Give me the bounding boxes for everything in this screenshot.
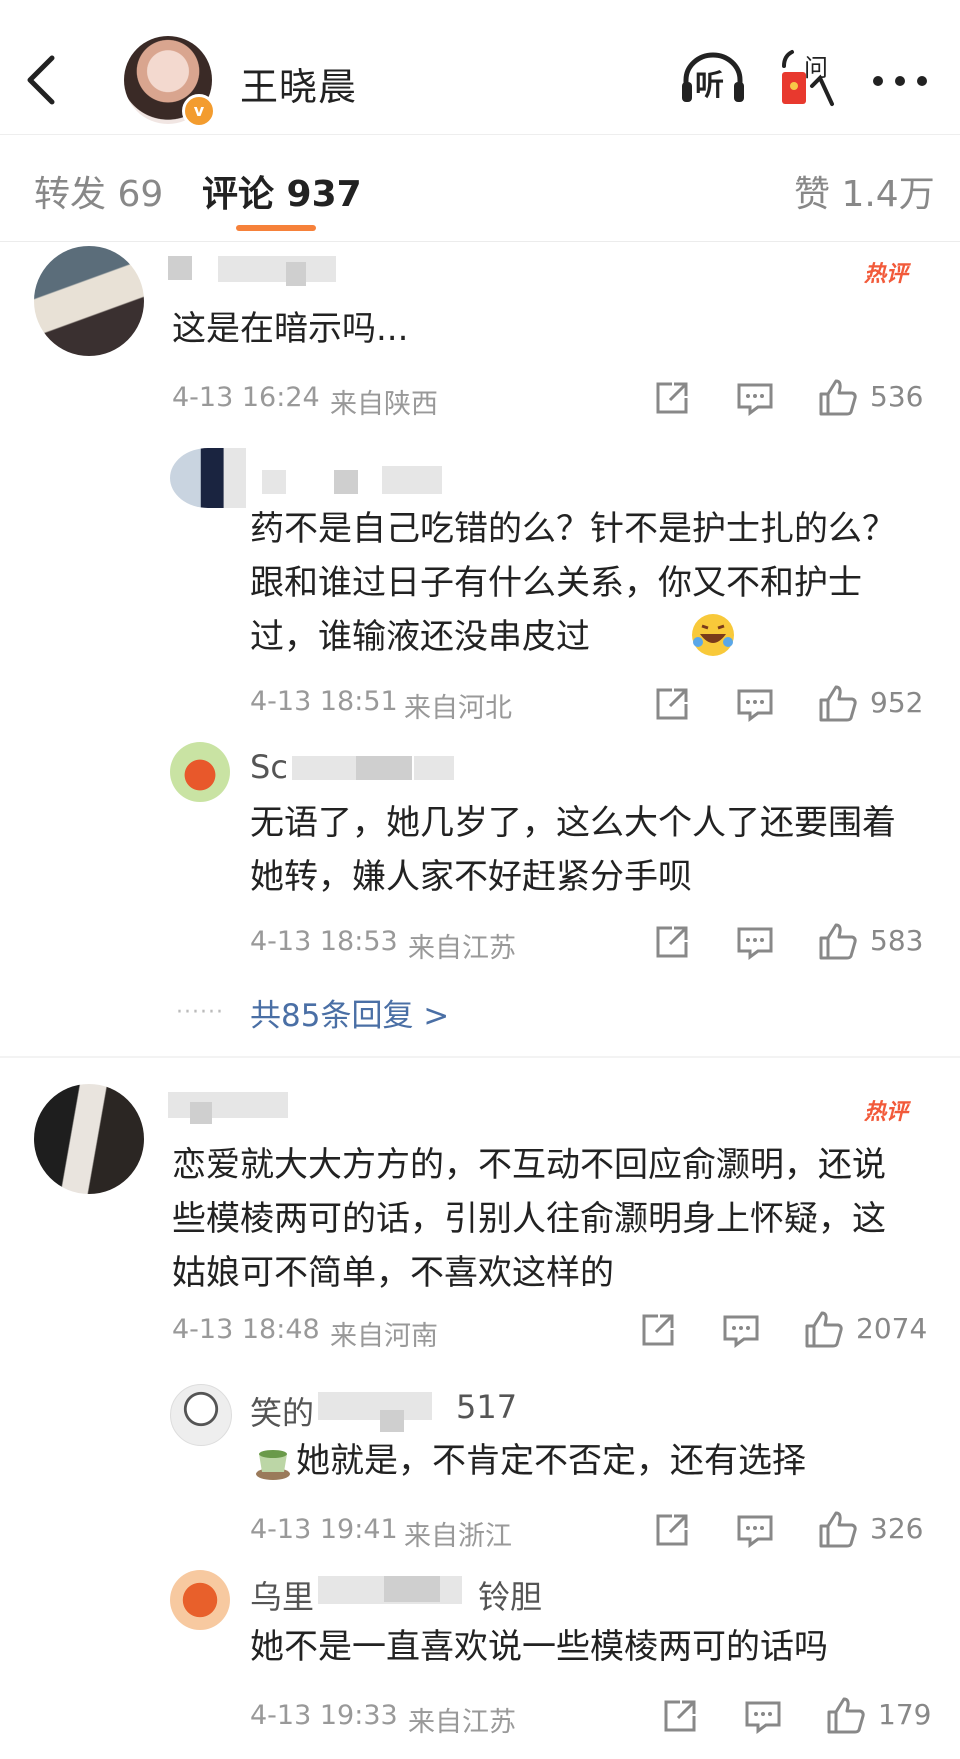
- blurred-username: [414, 756, 454, 780]
- reply-icon[interactable]: [736, 926, 774, 960]
- back-arrow-icon[interactable]: [22, 52, 62, 108]
- reply-username-start[interactable]: 乌里: [250, 1572, 314, 1618]
- listen-label: 听: [695, 68, 725, 102]
- like-icon[interactable]: [826, 1696, 866, 1734]
- replies-connector: ······: [176, 1000, 224, 1025]
- blurred-username: [168, 256, 192, 280]
- comment-text: 这是在暗示吗...: [172, 309, 409, 349]
- reply-time: 4-13 19:41: [250, 1514, 398, 1545]
- reply-icon[interactable]: [744, 1700, 782, 1734]
- share-icon[interactable]: [640, 1312, 676, 1348]
- blurred-username: [190, 1102, 212, 1124]
- share-icon[interactable]: [654, 380, 690, 416]
- comment-location: 来自河南: [330, 1321, 438, 1352]
- reply-location: 来自河北: [404, 693, 512, 724]
- comment-time: 4-13 18:48: [172, 1314, 320, 1345]
- like-count: 952: [870, 686, 924, 719]
- like-count: 536: [870, 380, 924, 413]
- share-icon[interactable]: [662, 1698, 698, 1734]
- verified-badge-icon: v: [182, 94, 216, 128]
- comment-location: 来自陕西: [330, 389, 438, 420]
- blurred-username: [286, 262, 306, 286]
- commenter-avatar[interactable]: [34, 1084, 144, 1194]
- share-icon[interactable]: [654, 924, 690, 960]
- tab-comments[interactable]: 评论 937: [202, 165, 362, 217]
- comment-text: 恋爱就大大方方的，不互动不回应俞灏明，还说些模棱两可的话，引别人往俞灏明身上怀疑…: [172, 1145, 886, 1293]
- reply-username-end[interactable]: 517: [456, 1388, 517, 1426]
- active-tab-indicator: [236, 225, 316, 231]
- ask-label: 问: [804, 54, 828, 82]
- reply-text: 她不是一直喜欢说一些模棱两可的话吗: [250, 1627, 828, 1667]
- like-count: 583: [870, 924, 924, 957]
- tab-bar: 转发 69 评论 937 赞 1.4万: [0, 135, 960, 242]
- like-icon[interactable]: [818, 684, 858, 722]
- view-more-replies-link[interactable]: 共85条回复 >: [250, 990, 449, 1035]
- reply-time: 4-13 18:53: [250, 926, 398, 957]
- like-icon[interactable]: [818, 378, 858, 416]
- reply-location: 来自江苏: [408, 1707, 516, 1738]
- reply-avatar[interactable]: [170, 742, 230, 802]
- commenter-avatar[interactable]: [34, 246, 144, 356]
- share-icon[interactable]: [654, 686, 690, 722]
- tab-reposts[interactable]: 转发 69: [34, 165, 163, 217]
- like-icon[interactable]: [818, 1510, 858, 1548]
- like-icon[interactable]: [818, 922, 858, 960]
- page-title: 王晓晨: [240, 65, 358, 109]
- blurred-username: [384, 1576, 440, 1602]
- more-options-icon[interactable]: [870, 66, 930, 96]
- reply-avatar[interactable]: [170, 1570, 230, 1630]
- blurred-username: [356, 756, 412, 780]
- tab-likes[interactable]: 赞 1.4万: [794, 165, 935, 217]
- blurred-username: [168, 1092, 288, 1118]
- reply-username-end[interactable]: 铃胆: [478, 1572, 542, 1618]
- reply-location: 来自江苏: [408, 933, 516, 964]
- blurred-username: [218, 256, 336, 282]
- top-bar: v 王晓晨 听 问: [0, 0, 960, 135]
- reply-time: 4-13 19:33: [250, 1700, 398, 1731]
- reply-avatar[interactable]: [170, 448, 246, 508]
- tea-emoji-icon: [256, 1450, 290, 1480]
- reply-username[interactable]: Sc: [250, 748, 288, 786]
- hot-comment-badge: 热评: [864, 1100, 909, 1125]
- reply-avatar[interactable]: [170, 1384, 232, 1446]
- blurred-username: [318, 1392, 432, 1420]
- reply-username-start[interactable]: 笑的: [250, 1388, 314, 1434]
- reply-time: 4-13 18:51: [250, 686, 398, 717]
- laughing-emoji-icon: [692, 614, 734, 656]
- blurred-username: [334, 470, 358, 494]
- blurred-username: [382, 466, 442, 494]
- reply-icon[interactable]: [736, 382, 774, 416]
- reply-icon[interactable]: [722, 1314, 760, 1348]
- reply-text: 药不是自己吃错的么？针不是护士扎的么？跟和谁过日子有什么关系，你又不和护士过，谁…: [250, 509, 896, 657]
- reply-location: 来自浙江: [404, 1521, 512, 1552]
- reply-icon[interactable]: [736, 688, 774, 722]
- like-icon[interactable]: [804, 1310, 844, 1348]
- comment-time: 4-13 16:24: [172, 382, 320, 413]
- ask-button[interactable]: 问: [778, 48, 840, 108]
- like-count: 179: [878, 1698, 932, 1731]
- reply-text: 无语了，她几岁了，这么大个人了还要围着她转，嫌人家不好赶紧分手呗: [250, 803, 896, 897]
- listen-button[interactable]: 听: [680, 50, 746, 106]
- blurred-username: [262, 470, 286, 494]
- like-count: 326: [870, 1512, 924, 1545]
- reply-icon[interactable]: [736, 1514, 774, 1548]
- reply-text: 她就是，不肯定不否定，还有选择: [296, 1441, 806, 1481]
- like-count: 2074: [856, 1312, 928, 1345]
- share-icon[interactable]: [654, 1512, 690, 1548]
- blurred-username: [380, 1410, 404, 1432]
- hot-comment-badge: 热评: [864, 262, 909, 287]
- comment-divider: [0, 1056, 960, 1058]
